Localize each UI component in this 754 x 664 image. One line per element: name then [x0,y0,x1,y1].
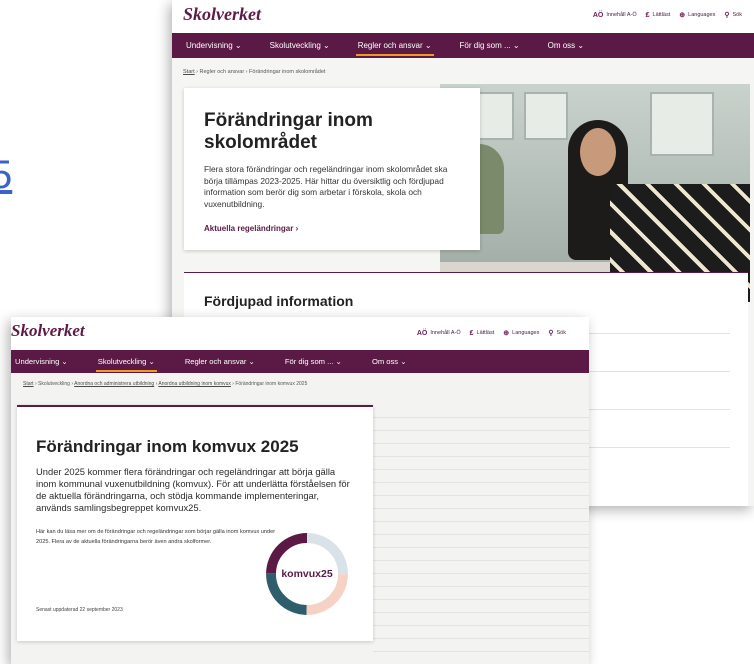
background-pattern [373,405,589,664]
section-title: Fördjupad information [204,293,354,309]
main-nav: Undervisning ⌄ Skolutveckling ⌄ Regler o… [11,350,589,373]
globe-icon: ⊕ [503,330,510,337]
easy-read-icon: ₤ [469,329,474,337]
easy-read-icon: ₤ [645,11,650,19]
komvux-intro-card: Förändringar inom komvux 2025 Under 2025… [17,405,373,641]
utility-easy-read[interactable]: ₤ Lättläst [470,330,495,337]
main-nav: Undervisning ⌄ Skolutveckling ⌄ Regler o… [172,33,754,58]
utility-links: AÖ Innehåll A-Ö ₤ Lättläst ⊕ Languages ⚲ Sök [584,11,742,20]
nav-skolutveckling[interactable]: Skolutveckling ⌄ [95,357,157,372]
nav-for-dig-som[interactable]: För dig som ... ⌄ [285,357,342,366]
utility-search[interactable]: ⚲ Sök [724,11,742,19]
utility-a-o[interactable]: AÖ Innehåll A-Ö [593,12,637,19]
intro-text: Flera stora förändringar och regeländrin… [204,164,448,209]
utility-links: AÖ Innehåll A-Ö ₤ Lättläst ⊕ Languages ⚲ Sök [408,329,566,338]
nav-undervisning[interactable]: Undervisning ⌄ [15,357,68,366]
site-header: Skolverket AÖ Innehåll A-Ö ₤ Lättläst ⊕ Lan… [11,317,589,350]
hero-photo [440,84,750,302]
utility-search[interactable]: ⚲ Sök [548,329,566,337]
breadcrumb-anordna-komvux[interactable]: Anordna utbildning inom komvux [158,381,231,387]
page-title: Förändringar inom skolområdet [204,110,373,153]
nav-skolutveckling[interactable]: Skolutveckling ⌄ [270,41,330,50]
last-updated: Senast uppdaterad 22 september 2023 [36,607,123,613]
skolverket-logo[interactable]: Skolverket [11,321,85,341]
nav-for-dig-som[interactable]: För dig som ... ⌄ [460,41,520,50]
utility-a-o[interactable]: AÖ Innehåll A-Ö [417,330,461,337]
nav-om-oss[interactable]: Om oss ⌄ [548,41,584,50]
utility-languages[interactable]: ⊕ Languages [679,11,715,19]
search-icon: ⚲ [724,12,730,19]
cropped-link[interactable]: 5 [0,150,20,200]
aktuella-regelandringar-link[interactable]: Aktuella regeländringar › [204,224,460,233]
page-title: Förändringar inom komvux 2025 [36,437,299,456]
komvux25-badge: komvux25 [281,568,333,580]
body-text: Här kan du läsa mer om de förändringar o… [36,529,276,545]
breadcrumb: Start › Regler och ansvar › Förändringar… [183,69,326,75]
ab-icon: AÖ [592,11,604,19]
screenshot-komvux-2025: Skolverket AÖ Innehåll A-Ö ₤ Lättläst ⊕ Lan… [11,317,589,664]
breadcrumb: Start › Skolutveckling › Anordna och adm… [23,381,308,387]
lead-text: Under 2025 kommer flera förändringar och… [36,466,350,513]
search-icon: ⚲ [548,330,554,337]
breadcrumb-start[interactable]: Start [23,381,34,387]
globe-icon: ⊕ [679,12,686,19]
nav-undervisning[interactable]: Undervisning ⌄ [186,41,242,50]
utility-languages[interactable]: ⊕ Languages [503,329,539,337]
utility-easy-read[interactable]: ₤ Lättläst [646,12,671,19]
nav-regler-och-ansvar[interactable]: Regler och ansvar ⌄ [185,357,255,366]
intro-card: Förändringar inom skolområdet Flera stor… [184,88,480,250]
nav-om-oss[interactable]: Om oss ⌄ [372,357,407,366]
nav-regler-och-ansvar[interactable]: Regler och ansvar ⌄ [355,41,434,56]
skolverket-logo[interactable]: Skolverket [183,4,261,25]
breadcrumb-start[interactable]: Start [183,69,195,75]
site-header: Skolverket AÖ Innehåll A-Ö ₤ Lättläst ⊕ Lan… [172,0,754,33]
breadcrumb-anordna-administrera[interactable]: Anordna och administrera utbildning [74,381,154,387]
ab-icon: AÖ [416,329,428,337]
